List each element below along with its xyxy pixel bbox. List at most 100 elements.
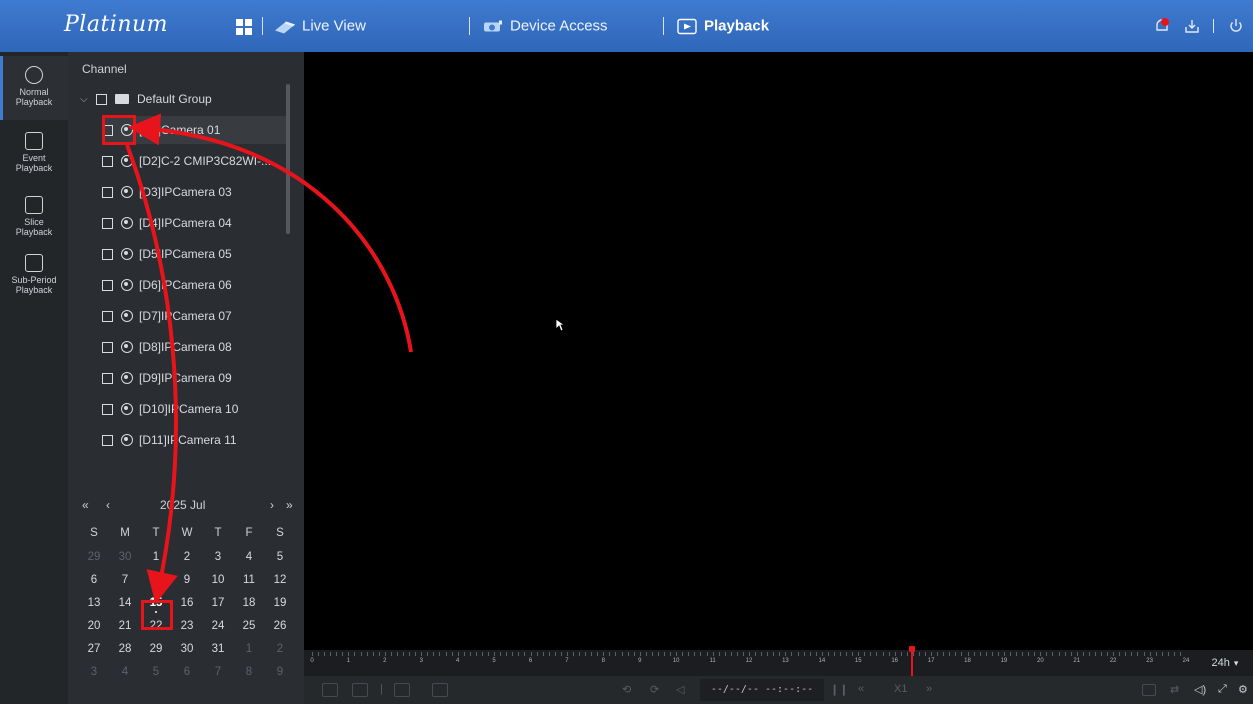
pause-icon[interactable]: ❙❙ (830, 683, 848, 696)
calendar-day[interactable]: 13 (78, 592, 110, 614)
channel-checkbox[interactable] (102, 372, 113, 384)
calendar-day[interactable]: 6 (78, 569, 110, 591)
rail-normal-playback[interactable]: Normal Playback (0, 56, 68, 120)
channel-checkbox[interactable] (102, 155, 113, 167)
calendar-day[interactable]: 3 (202, 546, 234, 568)
calendar-day[interactable]: 27 (78, 638, 110, 660)
speed-up-icon[interactable]: » (926, 683, 932, 695)
calendar-day[interactable]: 19 (264, 592, 296, 614)
channel-checkbox[interactable] (102, 217, 113, 229)
timeline-playhead[interactable] (909, 646, 915, 676)
calendar-day[interactable]: 29 (78, 546, 110, 568)
calendar-day[interactable]: 30 (109, 546, 141, 568)
channel-row[interactable]: [D9]IPCamera 09 (102, 364, 286, 392)
calendar-day[interactable]: 8 (140, 569, 172, 591)
calendar-day[interactable]: 23 (171, 615, 203, 637)
channel-row[interactable]: [D7]IPCamera 07 (102, 302, 286, 330)
notification-bell-icon[interactable] (1153, 17, 1171, 35)
tab-device-access[interactable]: Device Access (482, 18, 608, 35)
timeline-tick (518, 652, 520, 656)
calendar-day[interactable]: 4 (109, 661, 141, 683)
channel-row[interactable]: [D8]IPCamera 08 (102, 333, 286, 361)
channel-checkbox[interactable] (102, 186, 113, 198)
channel-row[interactable]: [D11]IPCamera 11 (102, 426, 286, 454)
chevron-down-icon[interactable]: ⌵ (80, 94, 90, 105)
rail-event-playback[interactable]: Event Playback (0, 122, 68, 186)
channel-checkbox[interactable] (102, 434, 113, 446)
power-icon[interactable] (1227, 17, 1245, 35)
calendar-day[interactable]: 25 (233, 615, 265, 637)
reverse-play-icon[interactable]: ◁ (676, 683, 684, 696)
layout-icon[interactable] (1142, 684, 1156, 696)
calendar-day[interactable]: 1 (233, 638, 265, 660)
calendar-day[interactable]: 5 (140, 661, 172, 683)
calendar-day[interactable]: 8 (233, 661, 265, 683)
calendar-day[interactable]: 29 (140, 638, 172, 660)
channel-row[interactable]: [D5]IPCamera 05 (102, 240, 286, 268)
calendar-day[interactable]: 7 (202, 661, 234, 683)
volume-icon[interactable]: ◁) (1194, 683, 1206, 696)
calendar-day[interactable]: 26 (264, 615, 296, 637)
channel-scrollbar[interactable] (286, 84, 290, 234)
tab-live-view[interactable]: Live View (274, 18, 366, 35)
calendar-day[interactable]: 9 (264, 661, 296, 683)
channel-checkbox[interactable] (102, 248, 113, 260)
snapshot-icon[interactable] (322, 683, 338, 697)
record-clip-icon[interactable] (352, 683, 368, 697)
slow-down-icon[interactable]: « (858, 683, 864, 695)
video-viewport[interactable] (304, 52, 1253, 650)
forward-30s-icon[interactable]: ⟳ (650, 683, 659, 696)
rail-slice-playback[interactable]: Slice Playback (0, 186, 68, 250)
grid-menu-icon[interactable] (236, 19, 252, 35)
timeline-zoom-select[interactable]: 24h ▾ (1197, 650, 1253, 676)
tab-playback[interactable]: Playback (676, 18, 769, 35)
calendar-day[interactable]: 3 (78, 661, 110, 683)
next-month-button[interactable]: › (270, 498, 274, 512)
next-year-button[interactable]: » (286, 498, 293, 512)
timeline[interactable]: 0 1 2 3 4 5 6 7 8 9 10 11 12 13 14 15 16 17 18 19 20 21 22 23 24 (304, 650, 1253, 676)
calendar-day[interactable]: 30 (171, 638, 203, 660)
rail-sub-period-playback[interactable]: Sub-Period Playback (0, 244, 68, 308)
prev-year-button[interactable]: « (82, 498, 89, 512)
calendar-day[interactable]: 4 (233, 546, 265, 568)
calendar-day[interactable]: 21 (109, 615, 141, 637)
calendar-day[interactable]: 12 (264, 569, 296, 591)
download-icon[interactable] (1183, 17, 1201, 35)
calendar-day[interactable]: 31 (202, 638, 234, 660)
calendar-day[interactable]: 20 (78, 615, 110, 637)
calendar-day[interactable]: 10 (202, 569, 234, 591)
channel-checkbox[interactable] (102, 279, 113, 291)
channel-row[interactable]: [D10]IPCamera 10 (102, 395, 286, 423)
channel-checkbox[interactable] (102, 310, 113, 322)
rewind-30s-icon[interactable]: ⟲ (622, 683, 631, 696)
weekday-header: S (90, 527, 98, 539)
calendar-day[interactable]: 6 (171, 661, 203, 683)
channel-row[interactable]: [D3]IPCamera 03 (102, 178, 286, 206)
settings-gear-icon[interactable]: ⚙ (1238, 683, 1248, 696)
calendar-day[interactable]: 16 (171, 592, 203, 614)
calendar-day[interactable]: 18 (233, 592, 265, 614)
calendar-day[interactable]: 9 (171, 569, 203, 591)
calendar-day[interactable]: 7 (109, 569, 141, 591)
group-checkbox[interactable] (96, 93, 107, 105)
calendar-day[interactable]: 2 (171, 546, 203, 568)
calendar-day[interactable]: 14 (109, 592, 141, 614)
calendar-day[interactable]: 5 (264, 546, 296, 568)
fisheye-icon[interactable] (432, 683, 448, 697)
sync-icon[interactable]: ⇄ (1170, 683, 1179, 696)
channel-checkbox[interactable] (102, 341, 113, 353)
calendar-day[interactable]: 1 (140, 546, 172, 568)
calendar-day[interactable]: 17 (202, 592, 234, 614)
prev-month-button[interactable]: ‹ (106, 498, 110, 512)
channel-checkbox[interactable] (102, 403, 113, 415)
calendar-day[interactable]: 28 (109, 638, 141, 660)
calendar-day[interactable]: 2 (264, 638, 296, 660)
calendar-day[interactable]: 24 (202, 615, 234, 637)
calendar-day[interactable]: 11 (233, 569, 265, 591)
fullscreen-icon[interactable]: ⤢ (1218, 683, 1227, 696)
group-row[interactable]: ⌵ Default Group (80, 85, 292, 113)
channel-row[interactable]: [D4]IPCamera 04 (102, 209, 286, 237)
channel-row[interactable]: [D2]C-2 CMIP3C82WI-... (102, 147, 286, 175)
zoom-icon[interactable] (394, 683, 410, 697)
channel-row[interactable]: [D6]IPCamera 06 (102, 271, 286, 299)
